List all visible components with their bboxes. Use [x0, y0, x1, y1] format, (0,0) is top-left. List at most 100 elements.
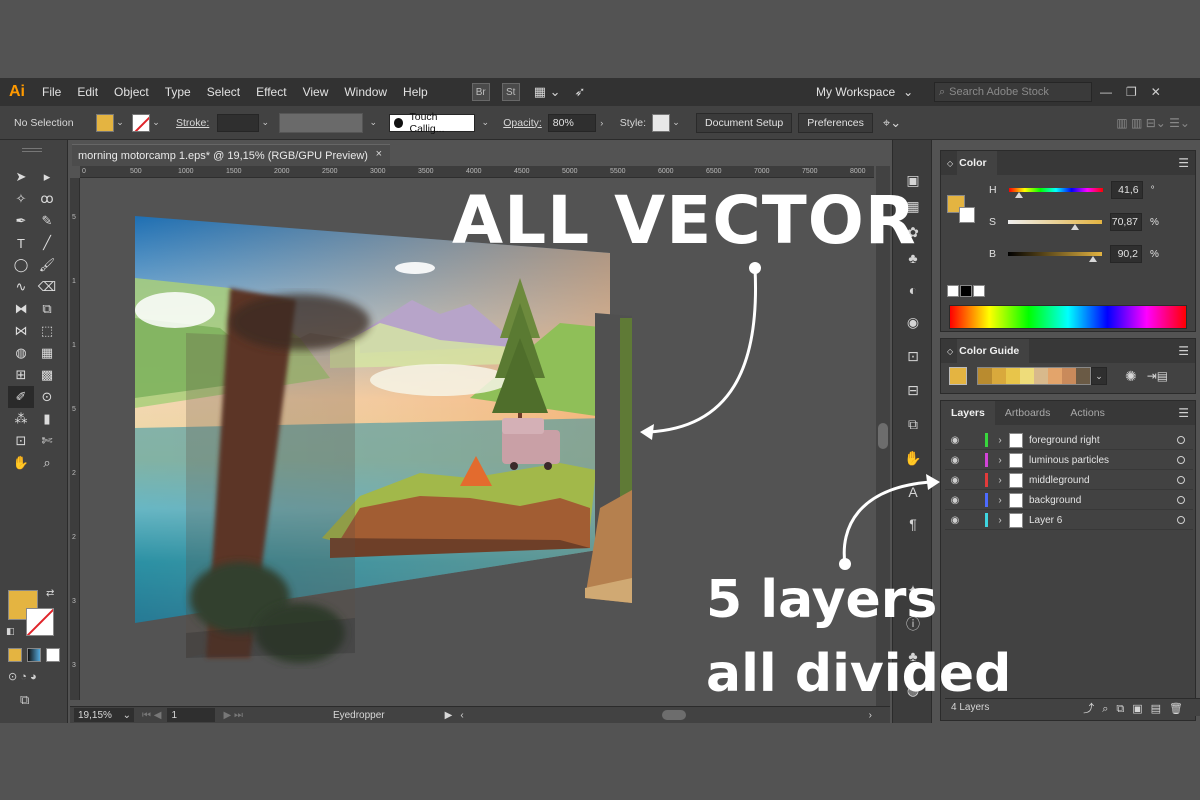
eye-icon[interactable]: ◉ [945, 475, 965, 486]
chevron-down-icon[interactable]: ⌄ [367, 117, 379, 128]
type-tool-icon[interactable]: T [8, 232, 34, 254]
brightness-value-input[interactable]: 90,2 [1110, 245, 1143, 263]
stroke-color-box[interactable] [26, 608, 54, 636]
shaper-tool-icon[interactable]: ∿ [8, 276, 34, 298]
curvature-tool-icon[interactable]: ✎ [34, 210, 60, 232]
harmony-swatch[interactable] [992, 368, 1006, 384]
menu-file[interactable]: File [34, 85, 69, 99]
color-spectrum[interactable] [949, 305, 1187, 329]
stroke-swatch[interactable] [132, 113, 150, 132]
layer-name[interactable]: middleground [1029, 475, 1169, 486]
layer-target-icon[interactable] [1177, 456, 1185, 464]
perspective-grid-icon[interactable]: ▦ [34, 342, 60, 364]
stroke-weight-input[interactable] [217, 113, 260, 132]
eye-icon[interactable]: ◉ [945, 455, 965, 466]
column-graph-icon[interactable]: ▮ [34, 408, 60, 430]
chevron-down-icon[interactable]: ⌄ [670, 117, 682, 128]
menu-view[interactable]: View [295, 85, 337, 99]
opacity-label[interactable]: Opacity: [497, 117, 548, 129]
bridge-button[interactable]: Br [471, 83, 490, 101]
tab-layers[interactable]: Layers [941, 401, 995, 425]
chevron-down-icon[interactable]: ⌄ [479, 117, 491, 128]
fill-swatch[interactable] [96, 113, 114, 132]
color-wheel-icon[interactable]: ✺ [1125, 368, 1137, 385]
chevron-right-icon[interactable]: › [993, 515, 1007, 526]
layer-target-icon[interactable] [1177, 476, 1185, 484]
scale-tool-icon[interactable]: ⧉ [34, 298, 60, 320]
ellipse-tool-icon[interactable]: ◯ [8, 254, 34, 276]
chevron-right-icon[interactable]: › [993, 455, 1007, 466]
search-stock-input[interactable]: ⌕ Search Adobe Stock [934, 82, 1092, 102]
document-tab[interactable]: morning motorcamp 1.eps* @ 19,15% (RGB/G… [72, 144, 390, 166]
stroke-label[interactable]: Stroke: [170, 117, 215, 129]
panel-collapse-icon[interactable]: ◇ [941, 159, 957, 168]
none-black-white-swatches[interactable] [947, 285, 985, 297]
saturation-knob[interactable] [1070, 224, 1079, 230]
menu-window[interactable]: Window [336, 85, 395, 99]
base-color-swatch[interactable] [949, 367, 967, 385]
layer-row[interactable]: ◉ › Layer 6 [945, 511, 1193, 530]
slice-tool-icon[interactable]: ✄ [34, 430, 60, 452]
chevron-right-icon[interactable]: › [993, 435, 1007, 446]
saturation-value-input[interactable]: 70,87 [1110, 213, 1143, 231]
minimize-icon[interactable]: — [1100, 85, 1112, 99]
transparency-icon[interactable]: ◐ [903, 280, 923, 300]
swap-colors-icon[interactable]: ⇄ [46, 588, 54, 599]
preferences-button[interactable]: Preferences [798, 112, 873, 133]
selection-tool-icon[interactable]: ➤ [8, 166, 34, 188]
close-icon[interactable]: × [376, 148, 382, 160]
none-mode-button[interactable] [46, 648, 60, 662]
chevron-right-icon[interactable]: › [993, 495, 1007, 506]
drawing-modes[interactable]: ⊙ ◔ ◕ [8, 670, 37, 683]
harmony-swatch[interactable] [1006, 368, 1020, 384]
pen-tool-icon[interactable]: ✒ [8, 210, 34, 232]
shape-builder-icon[interactable]: ◍ [8, 342, 34, 364]
harmony-swatches[interactable] [977, 367, 1091, 385]
zoom-level-field[interactable]: 19,15% ⌄ [74, 708, 134, 722]
align-icon[interactable]: ▥ ▥ ⊟⌄ ☰⌄ [1116, 116, 1190, 130]
tab-actions[interactable]: Actions [1060, 401, 1114, 425]
tab-color-guide[interactable]: Color Guide [957, 339, 1030, 363]
saturation-slider[interactable] [1008, 220, 1103, 230]
vertical-scroll-thumb[interactable] [878, 423, 888, 449]
chevron-right-icon[interactable]: › [596, 118, 608, 128]
workspace-switcher[interactable]: My Workspace ⌄ [816, 78, 913, 106]
stroke-mini[interactable] [959, 207, 975, 223]
chevron-down-icon[interactable]: ⌄ [259, 117, 271, 128]
stock-button[interactable]: St [501, 83, 520, 101]
layer-name[interactable]: Layer 6 [1029, 515, 1169, 526]
harmony-dropdown[interactable]: ⌄ [1091, 367, 1107, 385]
layer-name[interactable]: background [1029, 495, 1169, 506]
zoom-tool-icon[interactable]: ⌕ [34, 452, 60, 474]
harmony-swatch[interactable] [1020, 368, 1034, 384]
graphic-style-swatch[interactable] [652, 113, 671, 132]
screen-mode-icon[interactable]: ⧉ [20, 692, 29, 708]
layer-target-icon[interactable] [1177, 516, 1185, 524]
layer-row[interactable]: ◉ › background [945, 491, 1193, 510]
line-tool-icon[interactable]: ╱ [34, 232, 60, 254]
blend-tool-icon[interactable]: ⊙ [34, 386, 60, 408]
panel-collapse-icon[interactable]: ◇ [941, 347, 957, 356]
eraser-icon[interactable]: ⌫ [34, 276, 60, 298]
default-colors-icon[interactable]: ◧ [6, 626, 15, 637]
align-panel-icon[interactable]: ⊟ [903, 380, 923, 400]
harmony-swatch[interactable] [1034, 368, 1048, 384]
eyedropper-icon[interactable]: ✐ [8, 386, 34, 408]
menu-help[interactable]: Help [395, 85, 436, 99]
free-transform-icon[interactable]: ⬚ [34, 320, 60, 342]
scroll-right-icon[interactable]: › [869, 710, 872, 721]
brightness-knob[interactable] [1088, 256, 1097, 262]
width-tool-icon[interactable]: ⋈ [8, 320, 34, 342]
status-menu-icon[interactable]: ▶ [445, 710, 453, 721]
arrange-documents-icon[interactable]: ▦ ⌄ [534, 84, 561, 100]
layer-row[interactable]: ◉ › luminous particles [945, 451, 1193, 470]
hue-value-input[interactable]: 41,6 [1110, 181, 1143, 199]
layer-name[interactable]: foreground right [1029, 435, 1169, 446]
reflect-tool-icon[interactable]: ⧓ [8, 298, 34, 320]
opacity-input[interactable]: 80% [547, 113, 596, 132]
layer-row[interactable]: ◉ › middleground [945, 471, 1193, 490]
harmony-swatch[interactable] [978, 368, 992, 384]
transform-panel-icon[interactable]: ⊡ [903, 346, 923, 366]
harmony-swatch[interactable] [1062, 368, 1076, 384]
document-setup-button[interactable]: Document Setup [696, 112, 793, 133]
